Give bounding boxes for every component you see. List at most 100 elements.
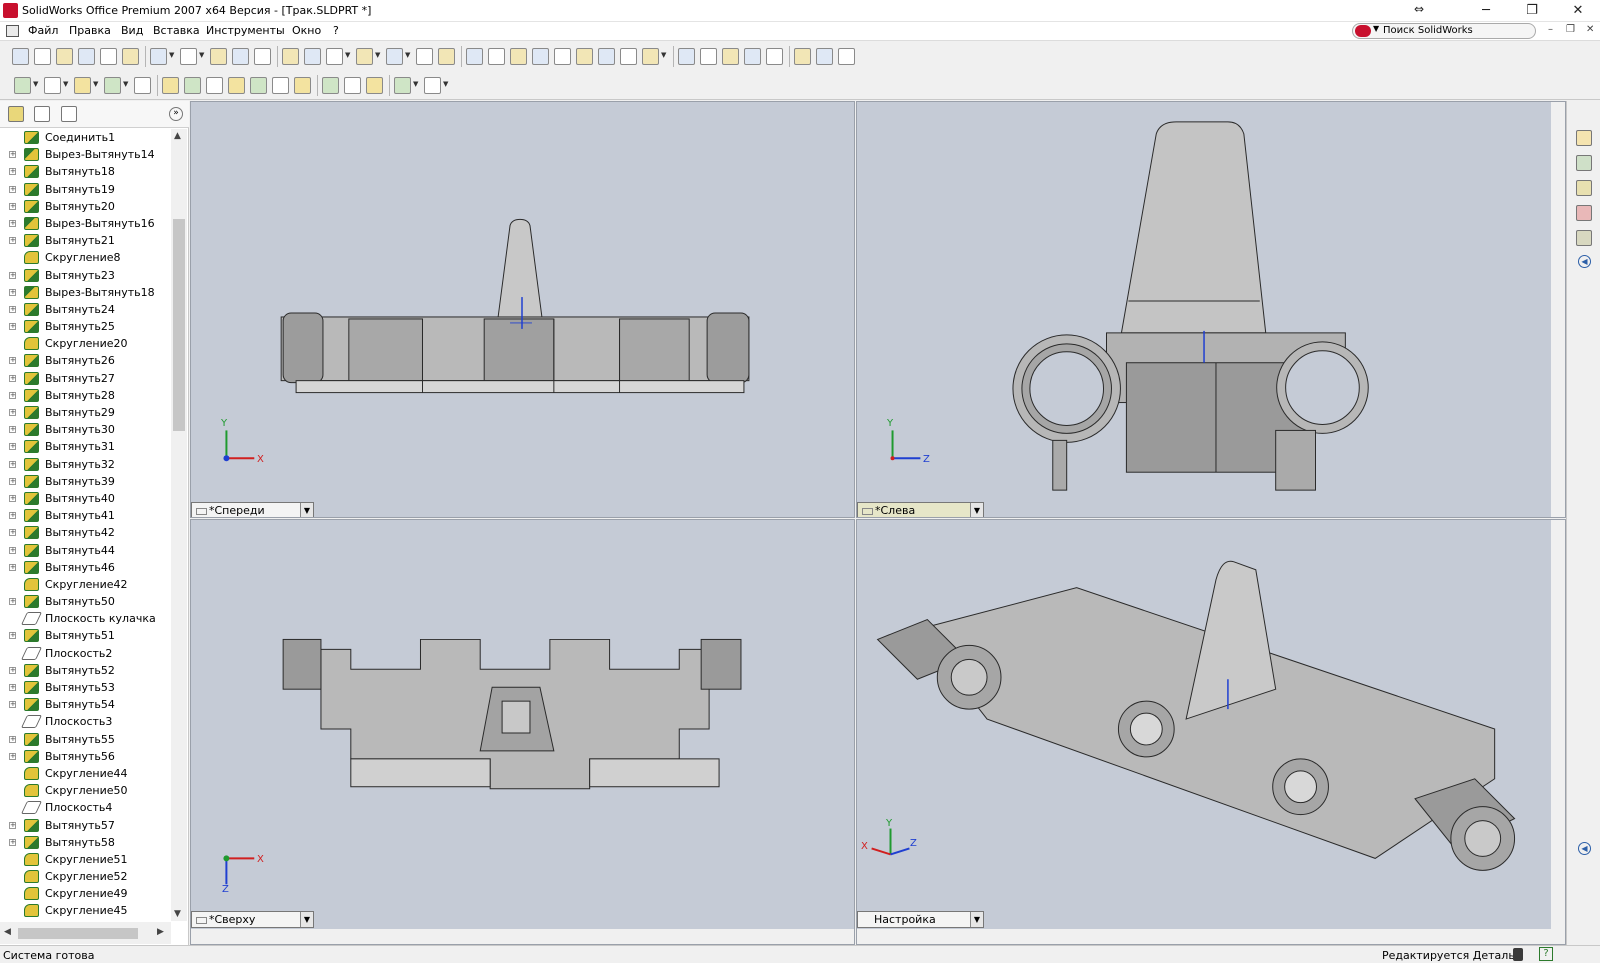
section-view-icon[interactable] [794, 48, 811, 65]
expand-icon[interactable]: + [9, 288, 16, 296]
view-dropdown-icon[interactable]: ▼ [300, 912, 313, 927]
layers-icon[interactable] [386, 48, 403, 65]
zoom-fit-icon[interactable] [488, 48, 505, 65]
menu-window[interactable]: Окно [292, 24, 321, 37]
properties-icon[interactable] [416, 48, 433, 65]
dome-icon[interactable] [272, 77, 289, 94]
print-preview-icon[interactable] [100, 48, 117, 65]
expand-icon[interactable]: + [9, 701, 16, 709]
maximize-button[interactable]: ❐ [1510, 0, 1554, 22]
revolve-icon[interactable] [44, 77, 61, 94]
tree-item[interactable]: + Вытянуть42 [0, 524, 171, 541]
zoom-in-icon[interactable] [532, 48, 549, 65]
scroll-right-icon[interactable]: ▶ [157, 927, 164, 937]
expand-icon[interactable]: + [9, 426, 16, 434]
tree-item[interactable]: + Вытянуть53 [0, 679, 171, 696]
menu-help[interactable]: ? [333, 24, 339, 37]
viewport-isometric[interactable]: Y X Z Настройка ▼ [856, 519, 1566, 945]
tree-item[interactable]: + Вытянуть28 [0, 387, 171, 404]
view-label-isometric[interactable]: Настройка ▼ [857, 911, 984, 928]
expand-icon[interactable]: + [9, 168, 16, 176]
menu-view[interactable]: Вид [121, 24, 143, 37]
tree-item[interactable]: + Вытянуть40 [0, 490, 171, 507]
print-icon[interactable] [78, 48, 95, 65]
linear-pattern-icon[interactable] [322, 77, 339, 94]
smart-dimension-icon[interactable] [326, 48, 343, 65]
3d-box-dropdown-icon[interactable]: ▼ [375, 51, 380, 59]
expand-icon[interactable]: + [9, 494, 16, 502]
collapse-left-icon-bottom[interactable]: ◀ [1578, 842, 1591, 855]
tree-item[interactable]: Соединить1 [0, 129, 171, 146]
tree-item[interactable]: + Вытянуть41 [0, 507, 171, 524]
expand-icon[interactable]: + [9, 666, 16, 674]
new-icon[interactable] [12, 48, 29, 65]
expand-icon[interactable]: + [9, 185, 16, 193]
scroll-thumb-horizontal[interactable] [18, 928, 138, 939]
open-icon[interactable] [34, 48, 51, 65]
zoom-area-icon[interactable] [510, 48, 527, 65]
tree-item[interactable]: Плоскость4 [0, 799, 171, 816]
close-button[interactable]: ✕ [1556, 0, 1600, 22]
search-icon[interactable] [1576, 205, 1592, 221]
redo-icon[interactable] [180, 48, 197, 65]
select-other-icon[interactable] [232, 48, 249, 65]
tree-item[interactable]: + Вытянуть31 [0, 438, 171, 455]
isometric-view-model[interactable] [857, 520, 1565, 944]
configuration-manager-tab-icon[interactable] [61, 106, 77, 122]
zoom-out-icon[interactable] [554, 48, 571, 65]
select-icon[interactable] [210, 48, 227, 65]
window-switch-button[interactable]: ⇔ [1397, 0, 1441, 20]
view-palette-icon[interactable] [1576, 230, 1592, 246]
reference-geometry-icon[interactable] [394, 77, 411, 94]
expand-icon[interactable]: + [9, 443, 16, 451]
expand-icon[interactable]: + [9, 512, 16, 520]
sweep-dropdown-icon[interactable]: ▼ [93, 80, 98, 88]
tree-item[interactable]: + Вытянуть24 [0, 301, 171, 318]
sketch-icon[interactable] [304, 48, 321, 65]
expand-icon[interactable]: + [9, 391, 16, 399]
file-explorer-icon[interactable] [1576, 180, 1592, 196]
view-dropdown-icon[interactable]: ▼ [970, 912, 983, 927]
tree-item[interactable]: + Вытянуть30 [0, 421, 171, 438]
expand-icon[interactable]: + [9, 546, 16, 554]
minimize-button[interactable]: ─ [1464, 0, 1508, 22]
scroll-down-icon[interactable]: ▼ [174, 909, 181, 919]
expand-icon[interactable]: + [9, 477, 16, 485]
expand-icon[interactable]: + [9, 529, 16, 537]
tree-item[interactable]: + Вытянуть54 [0, 696, 171, 713]
tree-item[interactable]: + Вытянуть18 [0, 163, 171, 180]
tree-item[interactable]: Плоскость3 [0, 713, 171, 730]
expand-icon[interactable]: + [9, 684, 16, 691]
view-label-front[interactable]: *Спереди ▼ [191, 502, 314, 517]
tree-item[interactable]: + Вытянуть57 [0, 817, 171, 834]
view-dropdown-icon[interactable]: ▼ [970, 503, 983, 517]
design-library-icon[interactable] [1576, 155, 1592, 171]
tree-item[interactable]: + Вытянуть39 [0, 473, 171, 490]
chamfer-icon[interactable] [184, 77, 201, 94]
shaded-icon[interactable] [766, 48, 783, 65]
viewport-left[interactable]: Y Z *Слева ▼ [856, 101, 1566, 518]
tree-item[interactable]: Скругление8 [0, 249, 171, 266]
scroll-thumb[interactable] [173, 219, 185, 431]
tree-item[interactable]: + Вытянуть58 [0, 834, 171, 851]
realview-icon[interactable] [838, 48, 855, 65]
options-icon[interactable] [122, 48, 139, 65]
fillet-icon[interactable] [162, 77, 179, 94]
expand-icon[interactable]: + [9, 838, 16, 846]
viewport-vertical-scrollbar[interactable] [1551, 520, 1565, 944]
tree-item[interactable]: + Вытянуть19 [0, 181, 171, 198]
expand-icon[interactable]: + [9, 323, 16, 331]
viewport-horizontal-scrollbar[interactable] [857, 929, 1551, 944]
tree-item[interactable]: Плоскость кулачка [0, 610, 171, 627]
expand-icon[interactable]: + [9, 271, 16, 279]
tree-item[interactable]: Скругление52 [0, 868, 171, 885]
tree-item[interactable]: + Вытянуть50 [0, 593, 171, 610]
tree-item[interactable]: Плоскость2 [0, 645, 171, 662]
tree-item[interactable]: + Вытянуть27 [0, 370, 171, 387]
tree-item[interactable]: Скругление51 [0, 851, 171, 868]
roll-icon[interactable] [620, 48, 637, 65]
loft-dropdown-icon[interactable]: ▼ [123, 80, 128, 88]
sweep-icon[interactable] [74, 77, 91, 94]
expand-icon[interactable]: + [9, 357, 16, 365]
expand-panel-button[interactable]: » [169, 107, 183, 121]
